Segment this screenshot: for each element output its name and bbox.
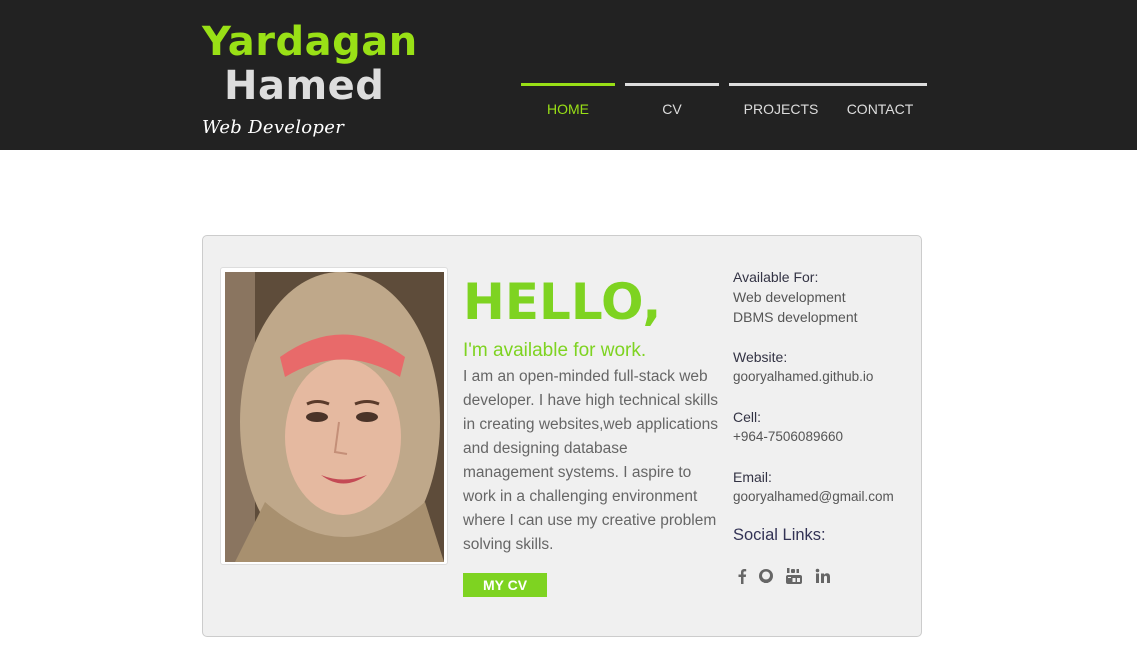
available-item: DBMS development [733, 309, 858, 325]
nav-item-home[interactable]: HOME [521, 83, 615, 126]
cell-label: Cell: [733, 409, 762, 425]
bio-text: I am an open-minded full-stack web devel… [463, 368, 719, 553]
greeting-heading: HELLO, [463, 273, 662, 331]
linkedin-icon[interactable] [813, 566, 833, 586]
profile-card: HELLO, I'm available for work. I am an o… [202, 235, 922, 637]
profile-photo-frame [220, 267, 448, 565]
nav-home-label[interactable]: HOME [521, 101, 615, 117]
logo-first-name[interactable]: Yardagan [202, 18, 418, 66]
profile-photo-image [225, 272, 444, 562]
logo-last-name[interactable]: Hamed [224, 62, 384, 110]
nav-projects-label[interactable]: PROJECTS [729, 101, 833, 117]
email-label: Email: [733, 469, 772, 485]
nav-item-projects[interactable]: PROJECTS [729, 83, 833, 126]
available-item: Web development [733, 289, 846, 305]
availability-subtitle: I'm available for work. [463, 340, 647, 361]
nav-cv-label[interactable]: CV [625, 101, 719, 117]
available-for-label: Available For: [733, 269, 819, 285]
website-label: Website: [733, 349, 788, 365]
social-links-title: Social Links: [733, 526, 826, 544]
cell-value: +964-7506089660 [733, 429, 843, 444]
my-cv-button[interactable]: MY CV [463, 573, 547, 597]
youtube-icon[interactable] [784, 566, 804, 586]
profile-photo [225, 272, 444, 562]
nav-item-cv[interactable]: CV [625, 83, 719, 126]
nav-contact-label[interactable]: CONTACT [833, 101, 927, 117]
logo-tagline: Web Developer [202, 117, 345, 138]
site-header: Yardagan Hamed Web Developer HOME CV PRO… [0, 0, 1137, 150]
nav-item-contact[interactable]: CONTACT [833, 83, 927, 126]
email-link[interactable]: gooryalhamed@gmail.com [733, 487, 913, 507]
github-icon[interactable] [756, 566, 776, 586]
contact-info: Available For: Web development DBMS deve… [733, 267, 913, 507]
facebook-icon[interactable] [733, 566, 753, 586]
website-link[interactable]: gooryalhamed.github.io [733, 367, 913, 387]
